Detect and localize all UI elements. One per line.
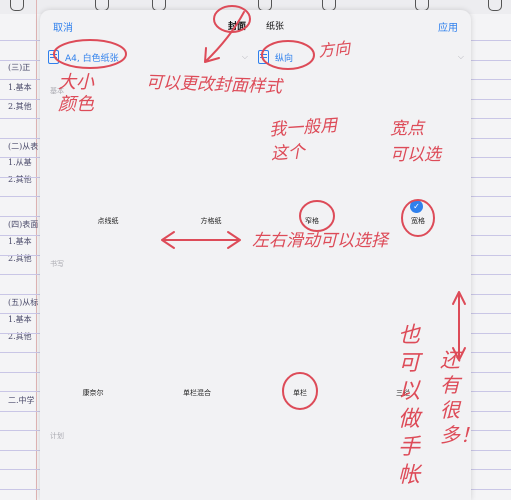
apply-button[interactable]: 应用 [438,19,458,34]
paper-size-value: A4, 白色纸张 [65,53,119,64]
chevron-down-icon: ⌵ [241,52,248,61]
paper-size-select[interactable]: A4, 白色纸张 ⌵ [48,49,248,65]
notebook-settings-sheet: 取消 封面 纸张 应用 A4, 白色纸张 ⌵ 纵向 ⌵ 基本 书写 计划 点线纸… [40,10,471,500]
chevron-down-icon: ⌵ [457,52,464,61]
template-cornell[interactable]: 康奈尔 [48,388,138,398]
template-wide-ruled[interactable]: 宽格 [373,216,463,226]
orientation-select[interactable]: 纵向 ⌵ [258,49,464,65]
cancel-button[interactable]: 取消 [53,19,73,34]
template-square-grid[interactable]: 方格纸 [166,216,256,226]
section-label-planning: 计划 [50,432,64,440]
selected-checkmark-icon: ✓ [410,200,423,213]
bg-note: (二)从表 [8,142,39,151]
template-single-mixed[interactable]: 单栏混合 [152,388,242,398]
bg-note: 1.基本 [8,315,32,324]
tab-cover[interactable]: 封面 [228,19,246,32]
bg-note: 2.其他 [8,102,32,111]
document-icon [258,50,269,64]
bg-note: (四)表面 [8,220,39,229]
bg-note: (三)正 [8,63,31,72]
notebook-margin-line [36,0,37,500]
template-narrow-ruled[interactable]: 窄格 [267,216,357,226]
document-icon [48,50,59,64]
bg-note: 1.基本 [8,83,32,92]
orientation-value: 纵向 [275,53,294,64]
bg-note: (五)从标 [8,298,39,307]
bg-note: 二.中学 [8,396,35,405]
template-three-column[interactable]: 三栏 [358,388,448,398]
section-label-basic: 基本 [50,87,64,95]
bg-note: 1.从基 [8,158,32,167]
tab-paper[interactable]: 纸张 [266,19,284,32]
template-single-column[interactable]: 单栏 [255,388,345,398]
bg-note: 1.基本 [8,237,32,246]
more-icon[interactable] [488,0,502,11]
section-label-writing: 书写 [50,260,64,268]
template-dot-grid[interactable]: 点线纸 [63,216,153,226]
undo-icon[interactable] [10,0,24,11]
